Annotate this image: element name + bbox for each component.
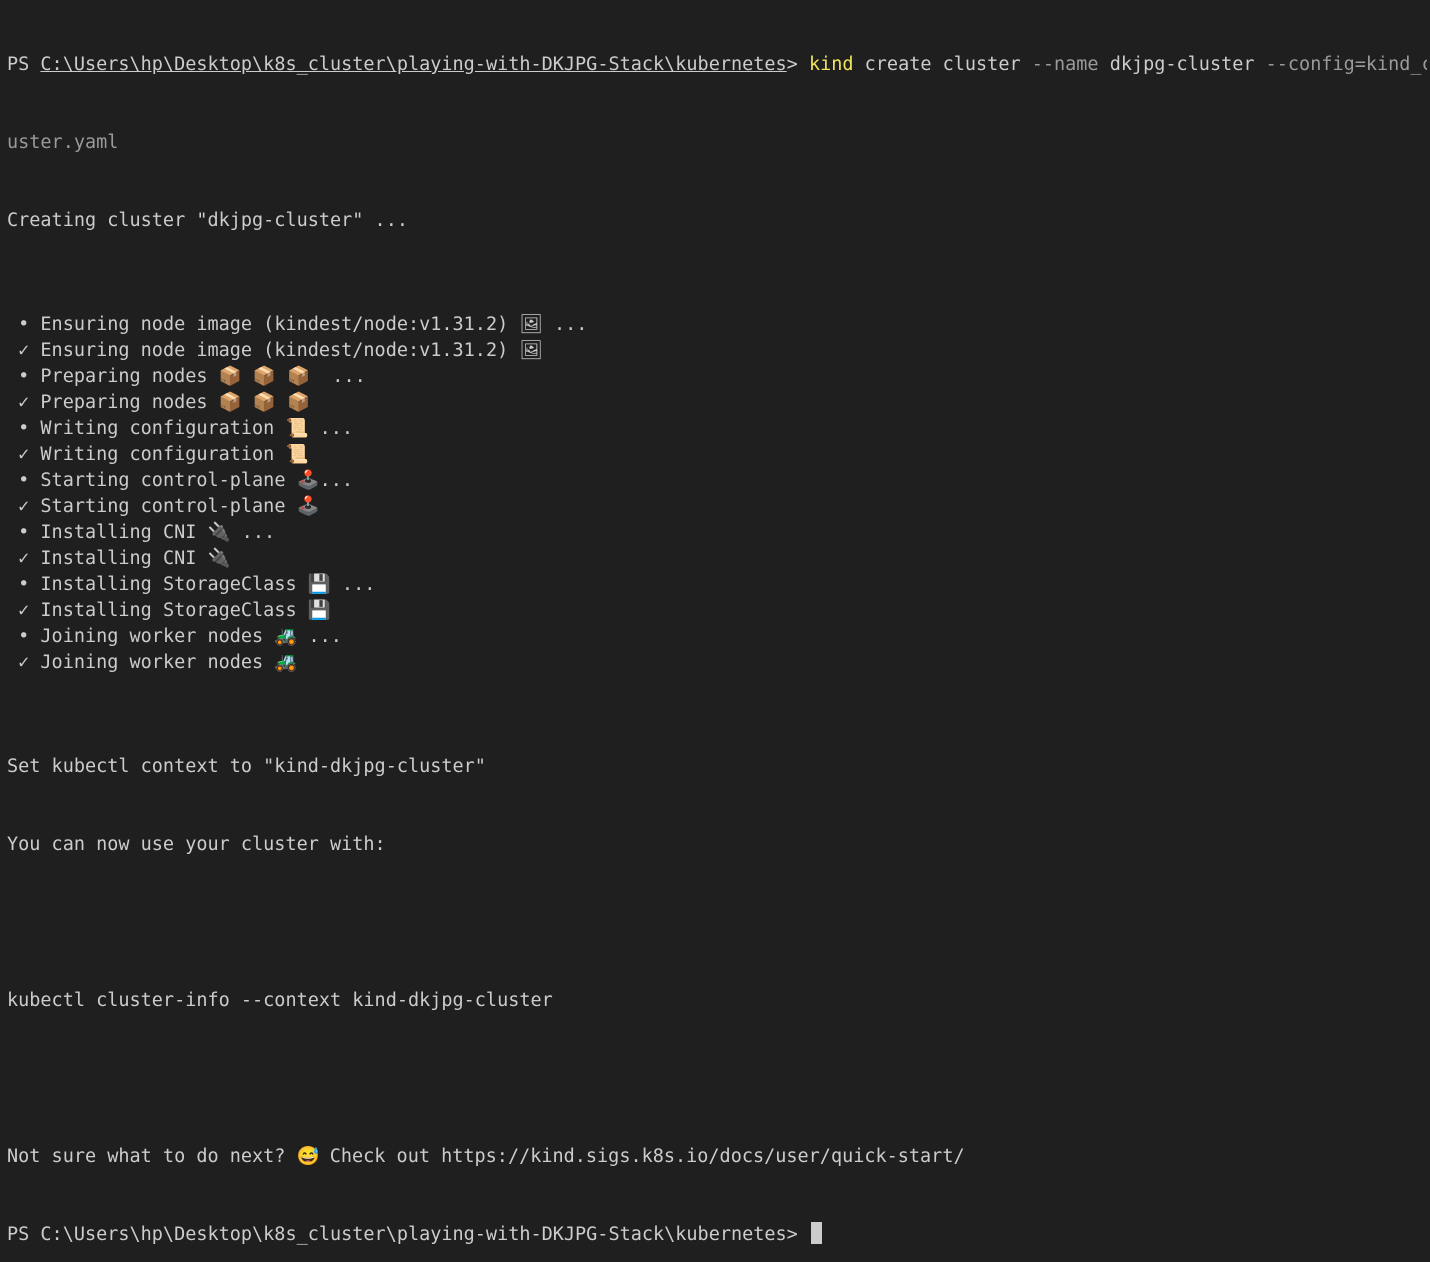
step-line: • Joining worker nodes 🚜 ... xyxy=(7,624,1427,650)
step-line: ✓ Starting control-plane 🕹️ xyxy=(7,494,1427,520)
step-emoji-icon: 🕹️ xyxy=(296,496,320,517)
check-icon: ✓ xyxy=(18,392,30,413)
bullet-icon: • xyxy=(18,470,30,491)
step-ellipsis: ... xyxy=(319,470,354,491)
step-ellipsis: ... xyxy=(330,574,376,595)
step-emoji-icon: 📜 xyxy=(285,418,309,439)
final-prompt: PS C:\Users\hp\Desktop\k8s_cluster\playi… xyxy=(7,1224,798,1245)
prompt-prefix: PS xyxy=(7,54,41,75)
step-text: Preparing nodes xyxy=(40,392,208,413)
step-line: ✓ Ensuring node image (kindest/node:v1.3… xyxy=(7,338,1427,364)
bullet-icon: • xyxy=(18,366,30,387)
step-text: Writing configuration xyxy=(40,418,275,439)
creating-cluster-line: Creating cluster "dkjpg-cluster" ... xyxy=(7,210,408,231)
check-icon: ✓ xyxy=(18,548,30,569)
step-ellipsis: ... xyxy=(297,626,342,647)
step-emoji-icon: 🔌 xyxy=(207,522,231,543)
final-prompt-line[interactable]: PS C:\Users\hp\Desktop\k8s_cluster\playi… xyxy=(7,1222,1427,1248)
prompt-path[interactable]: C:\Users\hp\Desktop\k8s_cluster\playing-… xyxy=(40,54,786,75)
step-line: • Ensuring node image (kindest/node:v1.3… xyxy=(7,312,1427,338)
sweat-smile-icon: 😅 xyxy=(296,1146,320,1167)
bullet-icon: • xyxy=(18,522,30,543)
check-icon: ✓ xyxy=(18,652,30,673)
step-line: • Preparing nodes 📦 📦 📦 ... xyxy=(7,364,1427,390)
command-arg-cluster: cluster xyxy=(942,54,1021,75)
bullet-icon: • xyxy=(18,574,30,595)
step-emoji-icon: 💾 xyxy=(307,574,331,595)
step-emoji-icon: 🕹️ xyxy=(296,470,320,491)
step-line: ✓ Installing StorageClass 💾 xyxy=(7,598,1427,624)
bullet-icon: • xyxy=(18,418,30,439)
command-arg-create: create xyxy=(864,54,932,75)
step-ellipsis: ... xyxy=(230,522,276,543)
step-emoji-icon: 📦 📦 📦 xyxy=(218,366,311,387)
step-emoji-icon: 📦 📦 📦 xyxy=(218,392,311,413)
command-config-flag: --config=kind_cl xyxy=(1265,54,1427,75)
step-ellipsis: ... xyxy=(308,418,354,439)
step-text: Preparing nodes xyxy=(40,366,208,387)
step-ellipsis: ... xyxy=(542,314,588,335)
check-icon: ✓ xyxy=(18,444,30,465)
step-line: ✓ Joining worker nodes 🚜 xyxy=(7,650,1427,676)
next-steps-prefix: Not sure what to do next? xyxy=(7,1146,286,1167)
step-text: Installing StorageClass xyxy=(40,574,297,595)
check-icon: ✓ xyxy=(18,340,30,361)
text-cursor xyxy=(810,1222,822,1244)
context-line: Set kubectl context to "kind-dkjpg-clust… xyxy=(7,756,486,777)
step-text: Joining worker nodes xyxy=(40,652,264,673)
step-text: Installing StorageClass xyxy=(40,600,297,621)
command-line: PS C:\Users\hp\Desktop\k8s_cluster\playi… xyxy=(7,52,1427,78)
step-ellipsis: ... xyxy=(310,366,366,387)
command-program: kind xyxy=(808,54,854,75)
command-name-flag: --name xyxy=(1031,54,1099,75)
command-line-wrap: uster.yaml xyxy=(7,132,119,153)
step-line: ✓ Preparing nodes 📦 📦 📦 xyxy=(7,390,1427,416)
step-text: Joining worker nodes xyxy=(40,626,264,647)
step-text: Starting control-plane xyxy=(40,470,286,491)
step-line: • Installing StorageClass 💾 ... xyxy=(7,572,1427,598)
next-steps-suffix[interactable]: Check out https://kind.sigs.k8s.io/docs/… xyxy=(319,1146,965,1167)
step-emoji-icon: 🖼 xyxy=(519,314,543,335)
step-text: Installing CNI xyxy=(40,522,197,543)
step-emoji-icon: 🔌 xyxy=(207,548,231,569)
usage-line: You can now use your cluster with: xyxy=(7,834,386,855)
step-emoji-icon: 📜 xyxy=(285,444,309,465)
step-text: Starting control-plane xyxy=(40,496,286,517)
bullet-icon: • xyxy=(18,626,30,647)
terminal-output[interactable]: PS C:\Users\hp\Desktop\k8s_cluster\playi… xyxy=(7,0,1427,1262)
bullet-icon: • xyxy=(18,314,30,335)
step-text: Installing CNI xyxy=(40,548,197,569)
step-emoji-icon: 🖼 xyxy=(519,340,543,361)
step-text: Ensuring node image (kindest/node:v1.31.… xyxy=(40,340,509,361)
step-text: Ensuring node image (kindest/node:v1.31.… xyxy=(40,314,509,335)
step-emoji-icon: 🚜 xyxy=(274,652,298,673)
kubectl-command-line: kubectl cluster-info --context kind-dkjp… xyxy=(7,990,553,1011)
step-emoji-icon: 🚜 xyxy=(274,626,298,647)
check-icon: ✓ xyxy=(18,496,30,517)
step-line: • Installing CNI 🔌 ... xyxy=(7,520,1427,546)
step-line: • Writing configuration 📜 ... xyxy=(7,416,1427,442)
progress-steps: • Ensuring node image (kindest/node:v1.3… xyxy=(7,312,1427,676)
next-steps-line: Not sure what to do next? 😅 Check out ht… xyxy=(7,1144,1427,1170)
command-name-value: dkjpg-cluster xyxy=(1109,54,1255,75)
prompt-suffix: > xyxy=(786,54,798,75)
step-line: • Starting control-plane 🕹️... xyxy=(7,468,1427,494)
step-line: ✓ Writing configuration 📜 xyxy=(7,442,1427,468)
step-emoji-icon: 💾 xyxy=(307,600,331,621)
step-text: Writing configuration xyxy=(40,444,275,465)
check-icon: ✓ xyxy=(18,600,30,621)
step-line: ✓ Installing CNI 🔌 xyxy=(7,546,1427,572)
